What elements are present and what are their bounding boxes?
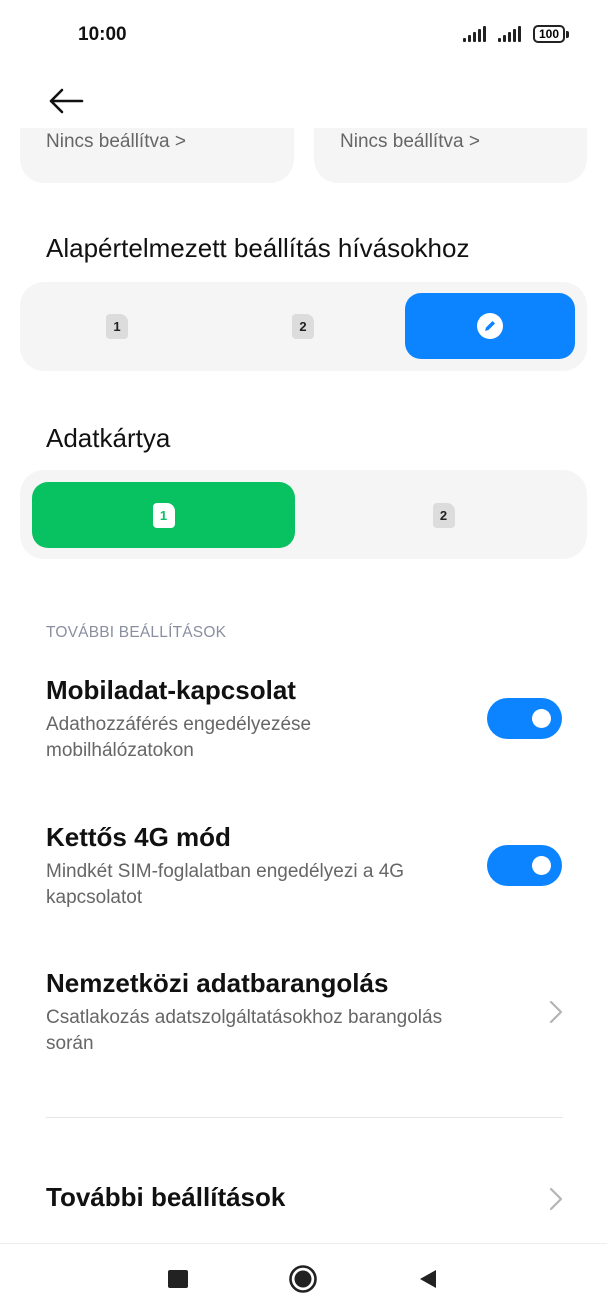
roaming-row[interactable]: Nemzetközi adatbarangolás Csatlakozás ad… xyxy=(0,958,607,1068)
data-option-sim1[interactable]: 1 xyxy=(32,482,295,548)
sim1-status: Nincs beállítva > xyxy=(46,131,186,152)
sim2-icon: 2 xyxy=(292,313,314,339)
square-icon[interactable] xyxy=(168,1270,188,1288)
back-triangle-icon[interactable] xyxy=(418,1269,438,1289)
sim2-card[interactable]: Nincs beállítva > xyxy=(314,128,587,183)
signal-sim1-icon xyxy=(462,26,486,42)
sim1-icon: 1 xyxy=(106,313,128,339)
calls-option-sim1[interactable]: 1 xyxy=(32,293,202,359)
back-button[interactable] xyxy=(46,84,86,118)
dual-4g-subtitle: Mindkét SIM-foglalatban engedélyezi a 4G… xyxy=(46,861,405,908)
section-caption: TOVÁBBI BEÁLLÍTÁSOK xyxy=(46,624,227,641)
more-settings-title: További beállítások xyxy=(46,1182,286,1212)
mobile-data-row[interactable]: Mobiladat-kapcsolat Adathozzáférés enged… xyxy=(0,665,607,775)
status-time: 10:00 xyxy=(78,24,127,45)
more-settings-row[interactable]: További beállítások xyxy=(0,1160,607,1230)
roaming-title: Nemzetközi adatbarangolás xyxy=(46,968,389,998)
data-card-selector: 1 2 xyxy=(20,470,587,559)
sim1-icon: 1 xyxy=(152,502,175,528)
calls-option-sim2[interactable]: 2 xyxy=(218,293,388,359)
calls-default-title: Alapértelmezett beállítás hívásokhoz xyxy=(46,233,470,263)
chevron-right-icon xyxy=(549,1187,563,1211)
data-card-title: Adatkártya xyxy=(46,423,171,453)
sim2-icon: 2 xyxy=(432,502,455,528)
home-circle-icon[interactable] xyxy=(288,1264,318,1294)
dual-4g-toggle[interactable] xyxy=(487,845,562,886)
divider xyxy=(46,1117,563,1118)
sim2-status: Nincs beállítva > xyxy=(340,131,480,152)
roaming-subtitle: Csatlakozás adatszolgáltatásokhoz barang… xyxy=(46,1007,443,1054)
calls-option-ask[interactable] xyxy=(405,293,575,359)
chevron-right-icon xyxy=(549,1000,563,1024)
pencil-circle-icon xyxy=(477,313,503,339)
arrow-left-icon xyxy=(49,88,84,114)
nav-bar-divider xyxy=(0,1243,607,1244)
signal-sim2-icon xyxy=(497,26,521,42)
battery-icon: 100 xyxy=(532,25,569,43)
dual-4g-row[interactable]: Kettős 4G mód Mindkét SIM-foglalatban en… xyxy=(0,812,607,922)
mobile-data-subtitle: Adathozzáférés engedélyezése mobilhálóza… xyxy=(46,714,312,761)
sim1-card[interactable]: Nincs beállítva > xyxy=(20,128,294,183)
status-icons: 100 xyxy=(462,25,569,43)
mobile-data-toggle[interactable] xyxy=(487,698,562,739)
data-option-sim2[interactable]: 2 xyxy=(312,482,575,548)
mobile-data-title: Mobiladat-kapcsolat xyxy=(46,675,296,705)
battery-level: 100 xyxy=(532,25,565,43)
dual-4g-title: Kettős 4G mód xyxy=(46,822,231,852)
calls-default-selector: 1 2 xyxy=(20,282,587,371)
